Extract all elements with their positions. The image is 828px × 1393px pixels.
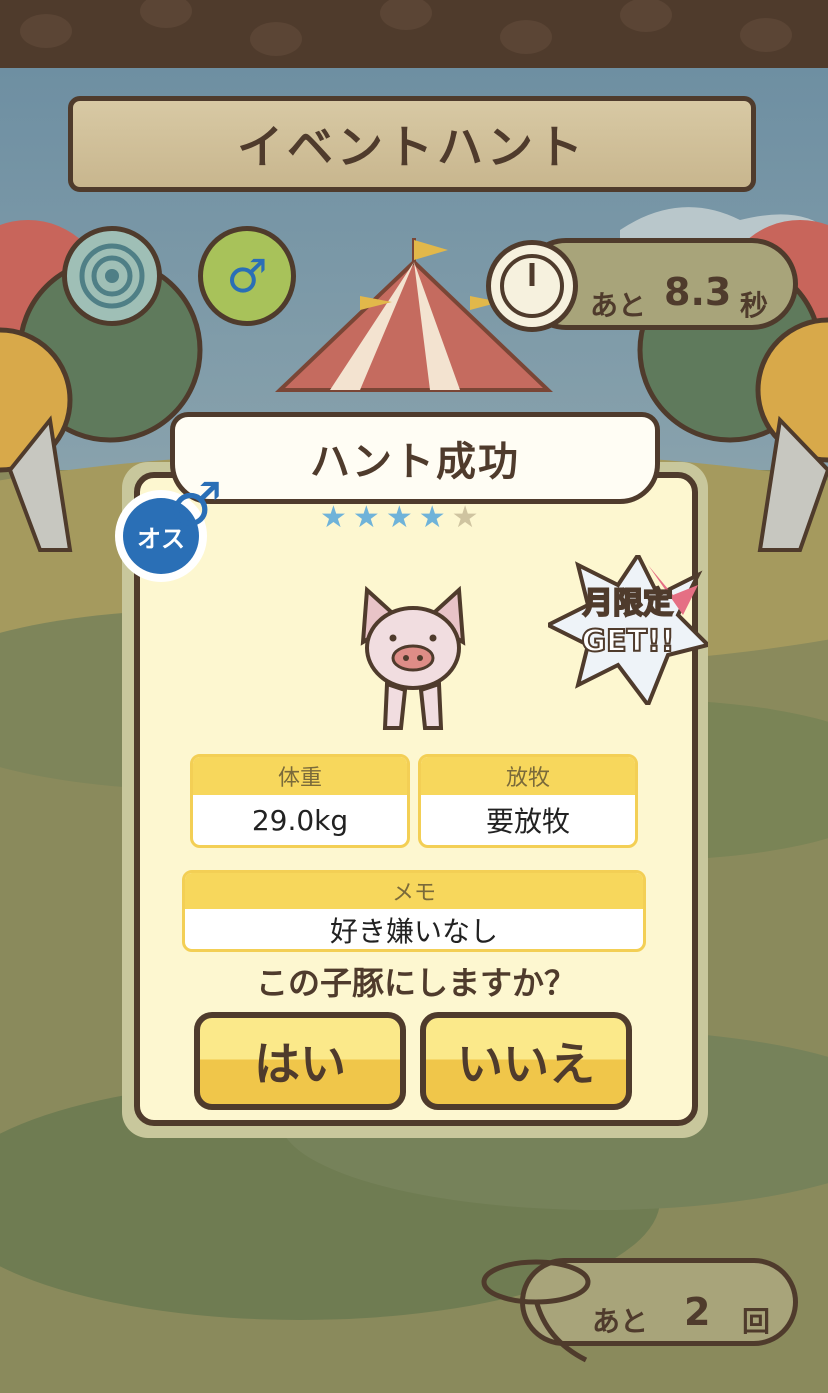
timer-value: 8.3 xyxy=(664,270,732,314)
remaining-value: 2 xyxy=(684,1290,711,1334)
weight-stat: 体重 29.0kg xyxy=(190,754,410,848)
star-icon: ★ xyxy=(352,500,380,535)
male-badge: オス ♂ xyxy=(115,470,223,582)
remaining-label: あと xyxy=(592,1305,649,1338)
memo-value: 好き嫌いなし xyxy=(329,915,498,948)
piglet-image xyxy=(360,585,466,730)
lasso-icon xyxy=(481,1259,591,1363)
star-icon: ★ xyxy=(385,500,413,535)
limited-badge-line1: 月限定 xyxy=(583,586,673,621)
pasture-label: 放牧 xyxy=(421,757,635,795)
pasture-value: 要放牧 xyxy=(485,805,570,838)
star-icon: ★ xyxy=(320,500,347,535)
star-icon: ★ xyxy=(418,500,446,535)
pasture-stat: 放牧 要放牧 xyxy=(418,754,638,848)
weight-label: 体重 xyxy=(193,757,407,795)
rarity-stars: ★ ★ ★ ★ ★ xyxy=(320,500,479,535)
yes-button[interactable]: はい xyxy=(194,1012,406,1110)
timer-unit: 秒 xyxy=(740,289,769,322)
snail-icon xyxy=(62,226,162,326)
stopwatch-icon xyxy=(486,240,578,332)
memo-label: メモ xyxy=(185,873,643,909)
page-title: イベントハント xyxy=(237,120,587,174)
confirm-question: この子豚にしますか？ xyxy=(255,964,576,1002)
remaining-unit: 回 xyxy=(742,1305,771,1338)
top-pattern-bar xyxy=(0,0,828,68)
result-title: ハント成功 xyxy=(310,439,520,485)
apple-male-icon: ♂ xyxy=(198,226,296,326)
no-button[interactable]: いいえ xyxy=(420,1012,632,1110)
weight-value: 29.0kg xyxy=(251,803,349,837)
limited-get-badge: 月限定 GET!! xyxy=(548,555,708,705)
male-symbol-icon: ♂ xyxy=(169,470,223,540)
title-board: イベントハント xyxy=(68,96,756,192)
memo-stat: メモ 好き嫌いなし xyxy=(182,870,646,952)
result-ribbon: ハント成功 xyxy=(170,412,660,504)
timer-label: あと xyxy=(590,289,647,322)
limited-badge-line2: GET!! xyxy=(582,624,675,659)
star-empty-icon: ★ xyxy=(451,500,479,535)
